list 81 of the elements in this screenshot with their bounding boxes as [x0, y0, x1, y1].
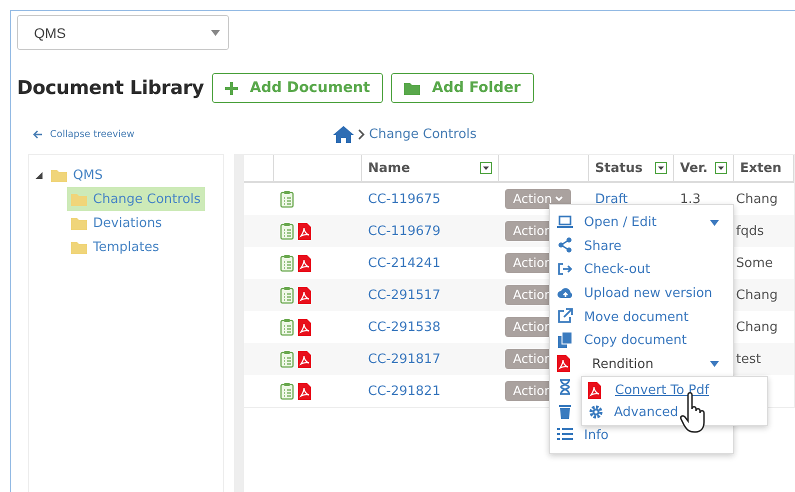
- external-link-icon: [557, 308, 573, 324]
- pdf-icon: [298, 382, 311, 400]
- menu-item[interactable]: Open / Edit: [550, 211, 733, 235]
- pdf-icon: [557, 354, 570, 372]
- chevron-down-icon: [555, 196, 564, 202]
- document-link[interactable]: CC-291821: [368, 384, 440, 398]
- pdf-icon: [298, 254, 311, 272]
- menu-item[interactable]: Upload new version: [550, 282, 733, 306]
- menu-item[interactable]: Info: [550, 423, 733, 447]
- pdf-icon: [298, 286, 311, 304]
- folder-icon: [71, 192, 87, 206]
- table-cell: Chang: [736, 320, 778, 334]
- breadcrumb-item[interactable]: Change Controls: [369, 126, 477, 142]
- home-icon[interactable]: [333, 126, 354, 142]
- table-cell: fqds: [736, 224, 764, 238]
- document-link[interactable]: CC-214241: [368, 256, 440, 270]
- status-text: Draft: [595, 192, 628, 206]
- tree-item[interactable]: Templates: [67, 235, 164, 259]
- menu-item[interactable]: Convert To Pdf: [582, 379, 767, 401]
- clipboard-icon: [280, 190, 294, 208]
- sign-out-icon: [557, 260, 573, 277]
- version-text: 1.3: [680, 192, 701, 206]
- pdf-icon: [298, 350, 311, 368]
- menu-item[interactable]: Move document: [550, 305, 733, 329]
- table-cell: Chang: [736, 192, 778, 206]
- arrow-left-icon: [33, 130, 42, 138]
- list-icon: [557, 426, 573, 442]
- tree-item[interactable]: Change Controls: [67, 187, 205, 211]
- pdf-icon: [298, 318, 311, 336]
- clipboard-icon: [280, 222, 294, 240]
- menu-item[interactable]: Share: [550, 234, 733, 258]
- clipboard-icon: [280, 254, 294, 272]
- library-select[interactable]: QMS: [17, 15, 229, 50]
- table-cell: Chang: [736, 288, 778, 302]
- clipboard-icon: [280, 382, 294, 400]
- column-header[interactable]: Exten: [740, 160, 782, 176]
- column-header[interactable]: Status: [595, 160, 643, 176]
- document-link[interactable]: CC-291538: [368, 320, 440, 334]
- menu-item[interactable]: Copy document: [550, 328, 733, 353]
- action-button[interactable]: Action: [505, 189, 572, 209]
- menu-item[interactable]: Check-out: [550, 258, 733, 282]
- folder-icon: [71, 216, 87, 230]
- add-document-button[interactable]: Add Document: [212, 73, 384, 103]
- filter-icon[interactable]: [480, 162, 492, 174]
- clipboard-icon: [280, 286, 294, 304]
- pdf-icon: [588, 382, 601, 398]
- tree-item[interactable]: QMS: [73, 168, 103, 182]
- expand-toggle[interactable]: [33, 172, 45, 178]
- folder-icon: [51, 168, 67, 182]
- laptop-icon: [557, 214, 573, 230]
- clipboard-icon: [280, 318, 294, 336]
- caret-down-icon: [710, 361, 719, 368]
- chevron-icon: [358, 128, 365, 140]
- tree-item[interactable]: Deviations: [67, 211, 166, 235]
- caret-down-icon: [710, 220, 719, 226]
- caret-down-icon: [211, 30, 220, 36]
- filter-icon[interactable]: [655, 162, 667, 174]
- plus-icon: [224, 82, 238, 94]
- copy-icon: [557, 332, 573, 348]
- add-folder-button[interactable]: Add Folder: [391, 73, 534, 103]
- collapse-treeview-link[interactable]: Collapse treeview: [50, 128, 134, 140]
- table-cell: Some: [736, 256, 773, 270]
- menu-item[interactable]: Advanced: [582, 401, 767, 423]
- page-title: Document Library: [17, 77, 204, 99]
- table-cell: test: [736, 352, 761, 366]
- column-header[interactable]: Ver.: [680, 160, 708, 176]
- document-link[interactable]: CC-291817: [368, 352, 440, 366]
- share-icon: [557, 237, 573, 254]
- document-link[interactable]: CC-119675: [368, 192, 440, 206]
- hourglass-icon: [557, 378, 573, 395]
- menu-item[interactable]: Rendition: [550, 352, 733, 376]
- document-link[interactable]: CC-291517: [368, 288, 440, 302]
- trash-icon: [557, 402, 573, 419]
- document-link[interactable]: CC-119679: [368, 224, 440, 238]
- folder-icon: [71, 240, 87, 254]
- filter-icon[interactable]: [715, 162, 727, 174]
- pdf-icon: [298, 222, 311, 240]
- clipboard-icon: [280, 350, 294, 368]
- folder-icon: [404, 82, 420, 94]
- gear-icon: [588, 404, 604, 420]
- column-header[interactable]: Name: [368, 160, 410, 176]
